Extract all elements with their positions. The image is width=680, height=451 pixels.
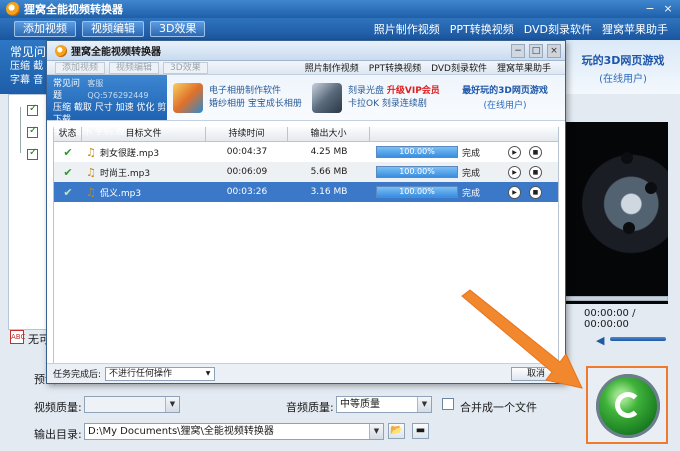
annotation-arrow-icon xyxy=(461,289,583,389)
